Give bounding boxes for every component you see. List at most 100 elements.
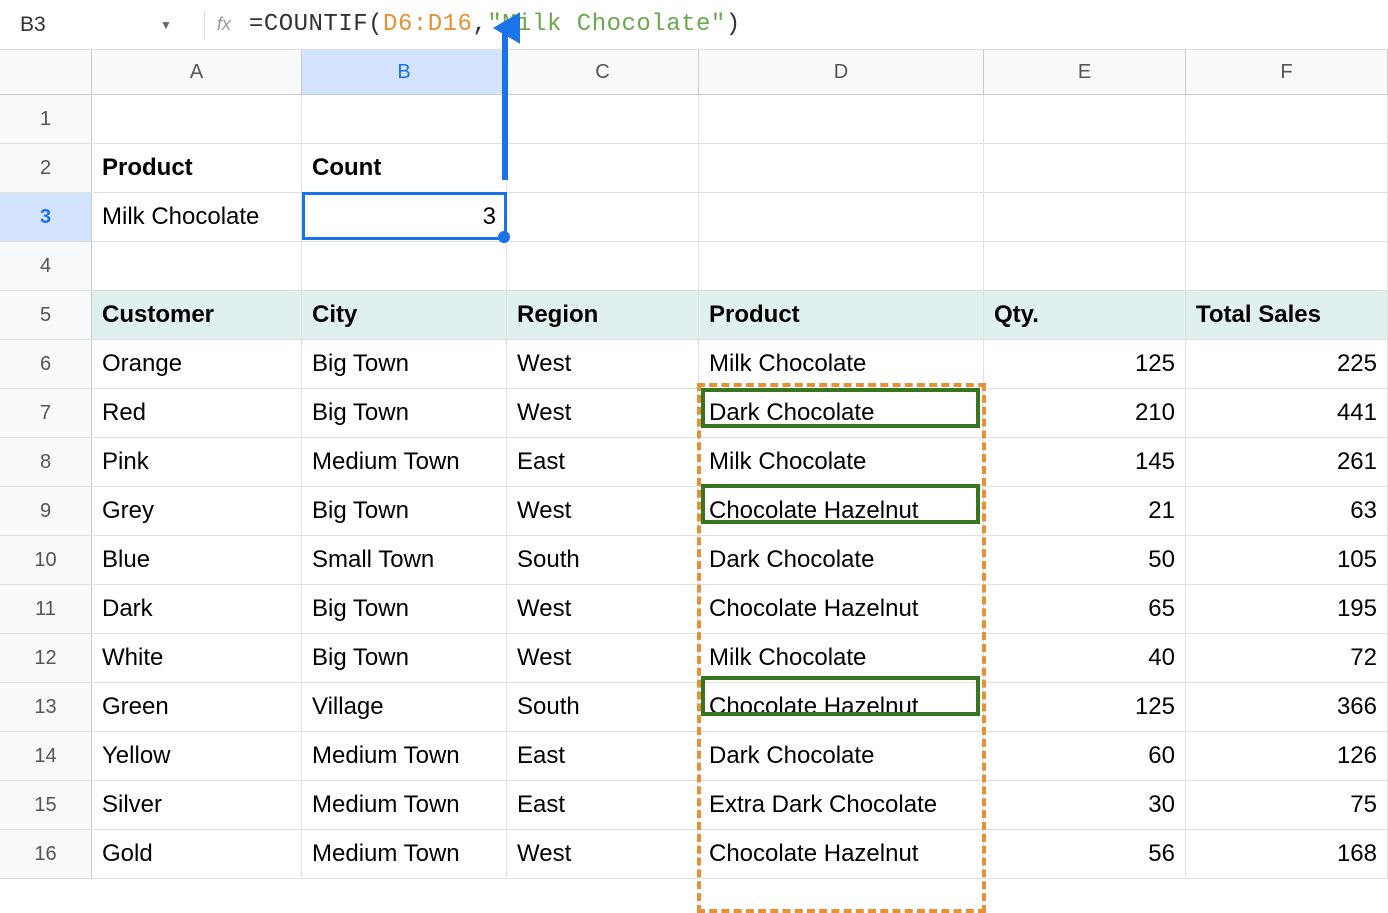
cell-B3[interactable]: 3: [302, 193, 507, 241]
cell-A10[interactable]: Blue: [92, 536, 302, 584]
cell-F16[interactable]: 168: [1186, 830, 1388, 878]
cell-C15[interactable]: East: [507, 781, 699, 829]
cell-C12[interactable]: West: [507, 634, 699, 682]
cell-B5[interactable]: City: [302, 291, 507, 339]
cell-F14[interactable]: 126: [1186, 732, 1388, 780]
column-header-F[interactable]: F: [1186, 50, 1388, 94]
cell-B9[interactable]: Big Town: [302, 487, 507, 535]
row-header-7[interactable]: 7: [0, 389, 92, 437]
column-header-A[interactable]: A: [92, 50, 302, 94]
cell-A3[interactable]: Milk Chocolate: [92, 193, 302, 241]
cell-D1[interactable]: [699, 95, 984, 143]
cell-C9[interactable]: West: [507, 487, 699, 535]
row-header-13[interactable]: 13: [0, 683, 92, 731]
cell-F2[interactable]: [1186, 144, 1388, 192]
cell-F3[interactable]: [1186, 193, 1388, 241]
cell-B10[interactable]: Small Town: [302, 536, 507, 584]
cell-B16[interactable]: Medium Town: [302, 830, 507, 878]
cell-C10[interactable]: South: [507, 536, 699, 584]
fx-icon[interactable]: fx: [217, 14, 231, 35]
cell-E4[interactable]: [984, 242, 1186, 290]
cell-D8[interactable]: Milk Chocolate: [699, 438, 984, 486]
row-header-15[interactable]: 15: [0, 781, 92, 829]
cell-A15[interactable]: Silver: [92, 781, 302, 829]
cell-D4[interactable]: [699, 242, 984, 290]
formula-input[interactable]: =COUNTIF(D6:D16,"Milk Chocolate"): [249, 11, 741, 38]
cell-B15[interactable]: Medium Town: [302, 781, 507, 829]
cell-C11[interactable]: West: [507, 585, 699, 633]
cell-B2[interactable]: Count: [302, 144, 507, 192]
row-header-1[interactable]: 1: [0, 95, 92, 143]
cell-A9[interactable]: Grey: [92, 487, 302, 535]
cell-D6[interactable]: Milk Chocolate: [699, 340, 984, 388]
cell-A1[interactable]: [92, 95, 302, 143]
cell-E7[interactable]: 210: [984, 389, 1186, 437]
cell-C13[interactable]: South: [507, 683, 699, 731]
cell-B14[interactable]: Medium Town: [302, 732, 507, 780]
row-header-2[interactable]: 2: [0, 144, 92, 192]
row-header-11[interactable]: 11: [0, 585, 92, 633]
cell-C14[interactable]: East: [507, 732, 699, 780]
cell-A7[interactable]: Red: [92, 389, 302, 437]
cell-C16[interactable]: West: [507, 830, 699, 878]
cell-A11[interactable]: Dark: [92, 585, 302, 633]
cell-A2[interactable]: Product: [92, 144, 302, 192]
cell-C2[interactable]: [507, 144, 699, 192]
cell-D9[interactable]: Chocolate Hazelnut: [699, 487, 984, 535]
cell-F9[interactable]: 63: [1186, 487, 1388, 535]
row-header-4[interactable]: 4: [0, 242, 92, 290]
cell-E16[interactable]: 56: [984, 830, 1186, 878]
cell-B1[interactable]: [302, 95, 507, 143]
row-header-3[interactable]: 3: [0, 193, 92, 241]
cell-ref-dropdown-icon[interactable]: ▼: [160, 18, 172, 32]
row-header-14[interactable]: 14: [0, 732, 92, 780]
row-header-16[interactable]: 16: [0, 830, 92, 878]
row-header-9[interactable]: 9: [0, 487, 92, 535]
cell-D15[interactable]: Extra Dark Chocolate: [699, 781, 984, 829]
cell-A14[interactable]: Yellow: [92, 732, 302, 780]
cell-C5[interactable]: Region: [507, 291, 699, 339]
cell-E1[interactable]: [984, 95, 1186, 143]
cell-C3[interactable]: [507, 193, 699, 241]
cell-B6[interactable]: Big Town: [302, 340, 507, 388]
select-all-corner[interactable]: [0, 50, 92, 94]
cell-F13[interactable]: 366: [1186, 683, 1388, 731]
cell-B8[interactable]: Medium Town: [302, 438, 507, 486]
cell-A8[interactable]: Pink: [92, 438, 302, 486]
cell-B13[interactable]: Village: [302, 683, 507, 731]
row-header-5[interactable]: 5: [0, 291, 92, 339]
cell-E3[interactable]: [984, 193, 1186, 241]
cell-E10[interactable]: 50: [984, 536, 1186, 584]
cell-E11[interactable]: 65: [984, 585, 1186, 633]
column-header-D[interactable]: D: [699, 50, 984, 94]
cell-A16[interactable]: Gold: [92, 830, 302, 878]
cell-C7[interactable]: West: [507, 389, 699, 437]
cell-A13[interactable]: Green: [92, 683, 302, 731]
cell-B11[interactable]: Big Town: [302, 585, 507, 633]
cell-B7[interactable]: Big Town: [302, 389, 507, 437]
cell-D7[interactable]: Dark Chocolate: [699, 389, 984, 437]
cell-E9[interactable]: 21: [984, 487, 1186, 535]
cell-D2[interactable]: [699, 144, 984, 192]
row-header-8[interactable]: 8: [0, 438, 92, 486]
cell-E6[interactable]: 125: [984, 340, 1186, 388]
cell-F12[interactable]: 72: [1186, 634, 1388, 682]
active-cell-reference[interactable]: B3: [10, 13, 110, 37]
cell-F8[interactable]: 261: [1186, 438, 1388, 486]
cell-F6[interactable]: 225: [1186, 340, 1388, 388]
cell-C8[interactable]: East: [507, 438, 699, 486]
row-header-10[interactable]: 10: [0, 536, 92, 584]
cell-F5[interactable]: Total Sales: [1186, 291, 1388, 339]
cell-E8[interactable]: 145: [984, 438, 1186, 486]
cell-D10[interactable]: Dark Chocolate: [699, 536, 984, 584]
cell-F11[interactable]: 195: [1186, 585, 1388, 633]
cell-E15[interactable]: 30: [984, 781, 1186, 829]
cell-E2[interactable]: [984, 144, 1186, 192]
cell-F4[interactable]: [1186, 242, 1388, 290]
cell-A5[interactable]: Customer: [92, 291, 302, 339]
row-header-6[interactable]: 6: [0, 340, 92, 388]
cell-A12[interactable]: White: [92, 634, 302, 682]
column-header-B[interactable]: B: [302, 50, 507, 94]
cell-C6[interactable]: West: [507, 340, 699, 388]
cell-F1[interactable]: [1186, 95, 1388, 143]
